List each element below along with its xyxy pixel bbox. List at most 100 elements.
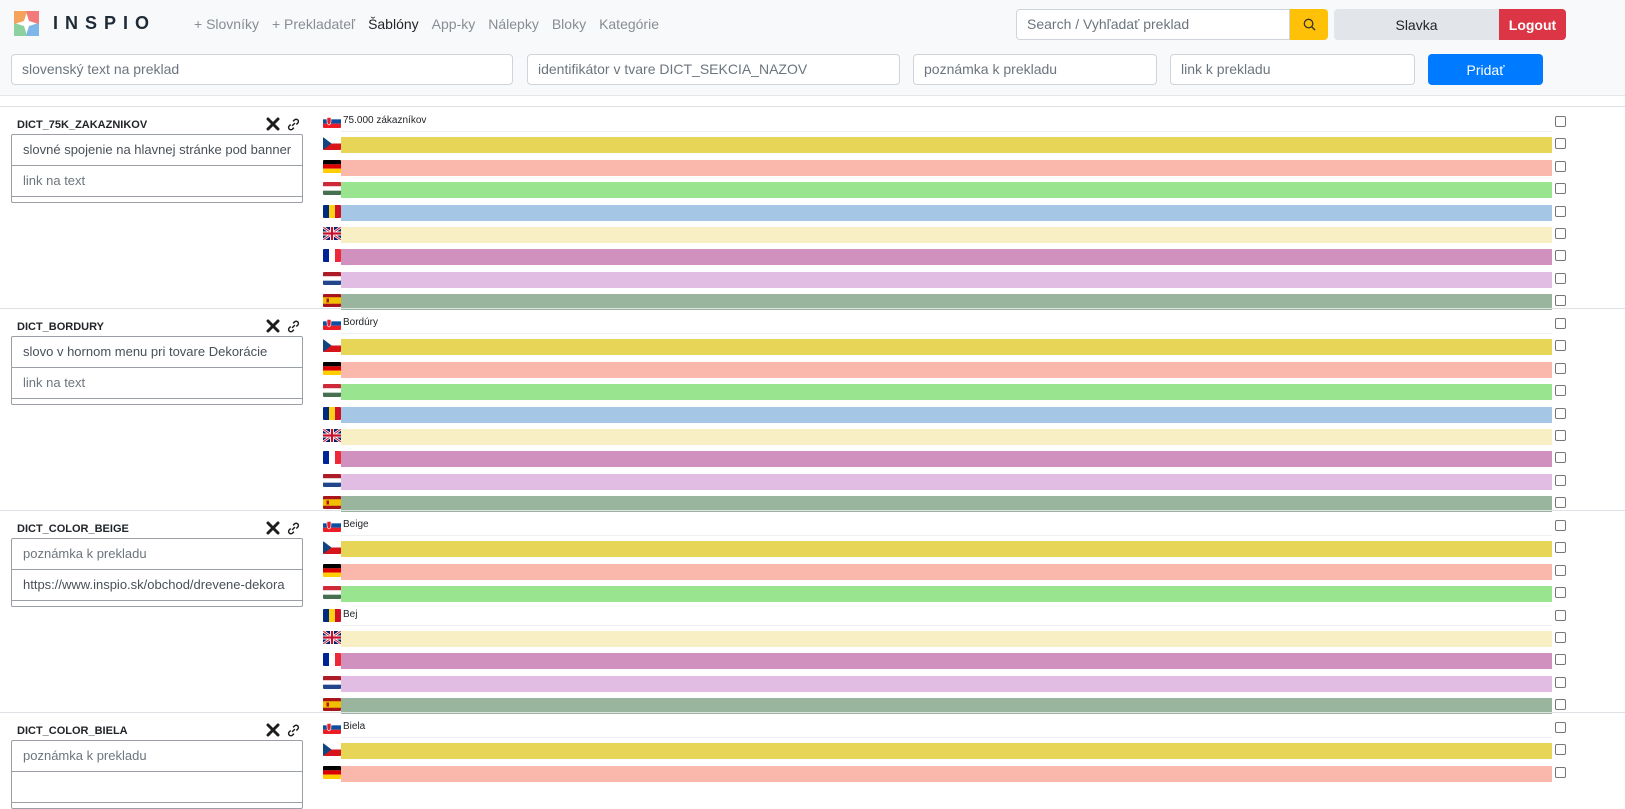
translation-input-hu[interactable] (341, 384, 1552, 400)
translation-input-gb[interactable] (341, 227, 1552, 243)
entry-link-field[interactable]: link na text (12, 368, 302, 399)
brand-logo[interactable]: INSPIO (14, 11, 156, 36)
translation-input-gb[interactable] (341, 429, 1552, 445)
row-checkbox[interactable] (1555, 744, 1566, 755)
entry-link-field[interactable]: https://www.inspio.sk/obchod/drevene-dek… (12, 570, 302, 601)
entry-note-field[interactable]: poznámka k prekladu (12, 741, 302, 772)
translation-input-de[interactable] (341, 362, 1552, 378)
translation-input-de[interactable] (341, 160, 1552, 176)
row-checkbox[interactable] (1555, 340, 1566, 351)
row-checkbox[interactable] (1555, 542, 1566, 553)
entry-note-field[interactable]: poznámka k prekladu (12, 539, 302, 570)
row-checkbox[interactable] (1555, 610, 1566, 621)
translation-input-hu[interactable] (341, 182, 1552, 198)
link-icon[interactable] (286, 319, 301, 334)
translation-text[interactable]: Bordúry (343, 317, 378, 329)
delete-icon[interactable] (266, 117, 280, 131)
entry-link-field[interactable]: link na text (12, 166, 302, 197)
translation-input-nl[interactable] (341, 272, 1552, 288)
translation-text[interactable]: Bej (343, 609, 357, 621)
translation-input-nl[interactable] (341, 474, 1552, 490)
translation-input-hu[interactable] (341, 586, 1552, 602)
translation-input-fr[interactable] (341, 249, 1552, 265)
row-divider (341, 737, 1552, 738)
translation-row-sk: Biela (323, 721, 1567, 738)
row-checkbox[interactable] (1555, 408, 1566, 419)
row-checkbox[interactable] (1555, 138, 1566, 149)
delete-icon[interactable] (266, 319, 280, 333)
translation-input-ro[interactable] (341, 205, 1552, 221)
row-checkbox[interactable] (1555, 654, 1566, 665)
row-checkbox[interactable] (1555, 385, 1566, 396)
translation-input-ro[interactable] (341, 407, 1552, 423)
row-checkbox[interactable] (1555, 475, 1566, 486)
row-checkbox[interactable] (1555, 632, 1566, 643)
link-icon[interactable] (286, 117, 301, 132)
row-checkbox[interactable] (1555, 206, 1566, 217)
translation-input-de[interactable] (341, 766, 1552, 782)
nav-kategorie[interactable]: Kategórie (599, 16, 659, 32)
translation-input-gb[interactable] (341, 631, 1552, 647)
translation-input-cz[interactable] (341, 339, 1552, 355)
translation-row-fr (323, 653, 1567, 669)
translation-row-nl (323, 474, 1567, 490)
row-checkbox[interactable] (1555, 228, 1566, 239)
logout-button[interactable]: Logout (1499, 9, 1566, 40)
row-checkbox[interactable] (1555, 565, 1566, 576)
translation-input-de[interactable] (341, 564, 1552, 580)
row-checkbox[interactable] (1555, 161, 1566, 172)
link-icon[interactable] (286, 521, 301, 536)
translation-input-cz[interactable] (341, 743, 1552, 759)
row-checkbox[interactable] (1555, 116, 1566, 127)
row-checkbox[interactable] (1555, 722, 1566, 733)
entry-key: DICT_BORDURY (17, 321, 104, 333)
translation-row-fr (323, 249, 1567, 265)
entry-meta-box: poznámka k prekladu (11, 740, 303, 809)
nav-appky[interactable]: App-ky (432, 16, 476, 32)
entry-note-field[interactable]: slovo v hornom menu pri tovare Dekorácie (12, 337, 302, 368)
entry-link-field[interactable] (12, 772, 302, 803)
nav-slovniky[interactable]: + Slovníky (194, 16, 259, 32)
translation-input-cz[interactable] (341, 137, 1552, 153)
translation-input-fr[interactable] (341, 451, 1552, 467)
nav-sablony[interactable]: Šablóny (368, 16, 419, 32)
entry-note-field[interactable]: slovné spojenie na hlavnej stránke pod b… (12, 135, 302, 166)
new-link-input[interactable]: link k prekladu (1170, 54, 1415, 85)
search-button[interactable] (1290, 9, 1328, 40)
row-checkbox[interactable] (1555, 183, 1566, 194)
new-identifier-input[interactable]: identifikátor v tvare DICT_SEKCIA_NAZOV (527, 54, 900, 85)
nav-nalepky[interactable]: Nálepky (488, 16, 539, 32)
delete-icon[interactable] (266, 521, 280, 535)
translation-input-fr[interactable] (341, 653, 1552, 669)
user-button[interactable]: Slavka (1334, 9, 1499, 40)
row-checkbox[interactable] (1555, 767, 1566, 778)
link-icon[interactable] (286, 723, 301, 738)
row-checkbox[interactable] (1555, 452, 1566, 463)
entry-actions (266, 521, 301, 536)
row-checkbox[interactable] (1555, 677, 1566, 688)
add-button[interactable]: Pridať (1428, 54, 1543, 85)
search-input[interactable]: Search / Vyhľadať preklad (1016, 9, 1290, 40)
row-checkbox[interactable] (1555, 430, 1566, 441)
row-checkbox[interactable] (1555, 587, 1566, 598)
translation-text[interactable]: 75.000 zákazníkov (343, 115, 426, 127)
nav-prekladatel[interactable]: + Prekladateľ (272, 16, 355, 32)
flag-gb-icon (323, 429, 341, 442)
new-note-input[interactable]: poznámka k prekladu (913, 54, 1157, 85)
row-checkbox[interactable] (1555, 497, 1566, 508)
new-text-input[interactable]: slovenský text na preklad (11, 54, 513, 85)
row-checkbox[interactable] (1555, 520, 1566, 531)
row-checkbox[interactable] (1555, 699, 1566, 710)
delete-icon[interactable] (266, 723, 280, 737)
row-checkbox[interactable] (1555, 295, 1566, 306)
entry-dict-color-biela: DICT_COLOR_BIELA poznámka k prekladu Biela (0, 712, 1625, 809)
row-checkbox[interactable] (1555, 250, 1566, 261)
translation-text[interactable]: Biela (343, 721, 365, 733)
row-checkbox[interactable] (1555, 273, 1566, 284)
translation-input-nl[interactable] (341, 676, 1552, 692)
row-checkbox[interactable] (1555, 363, 1566, 374)
translation-input-cz[interactable] (341, 541, 1552, 557)
row-checkbox[interactable] (1555, 318, 1566, 329)
nav-bloky[interactable]: Bloky (552, 16, 586, 32)
translation-text[interactable]: Beige (343, 519, 369, 531)
